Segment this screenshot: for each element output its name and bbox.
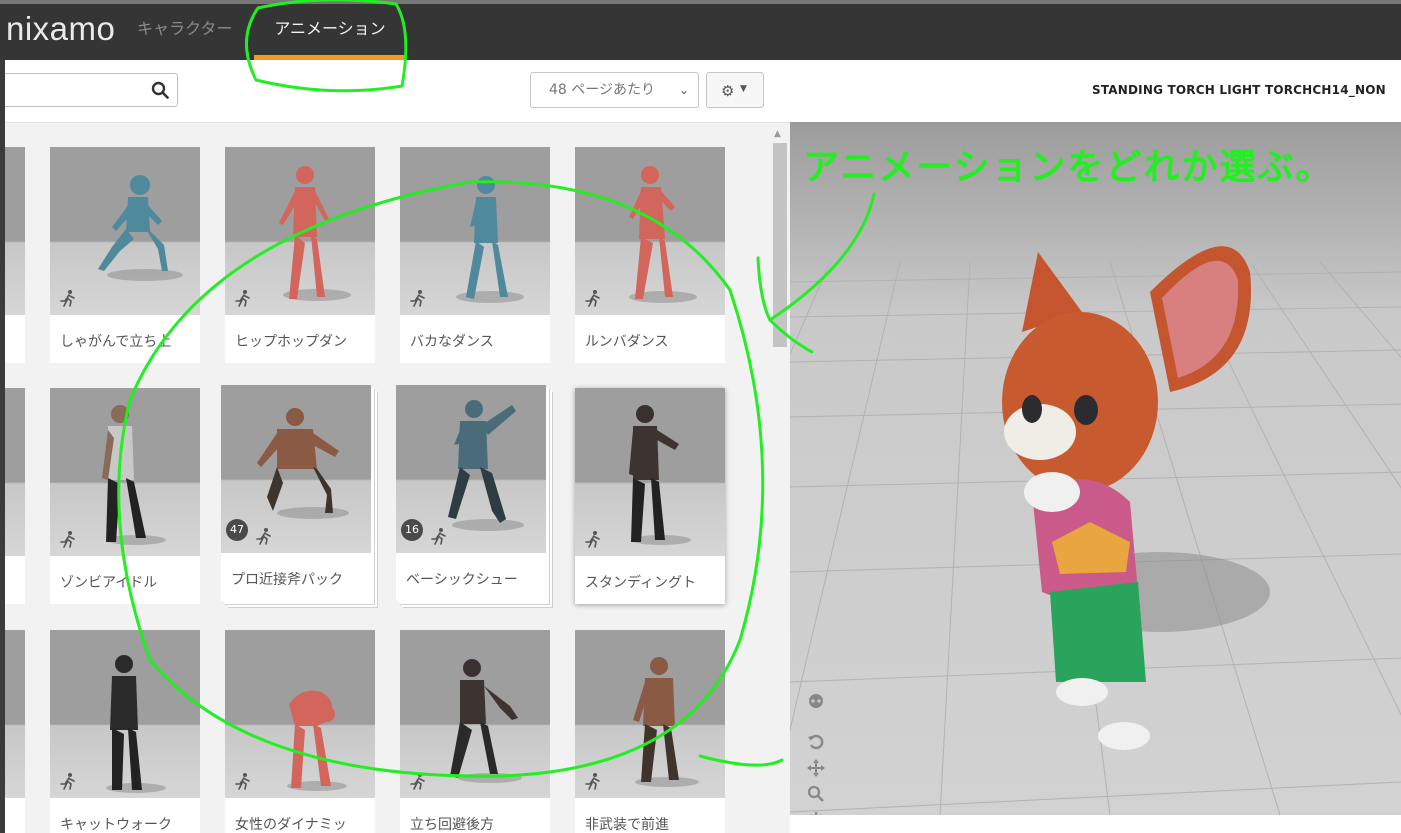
card-label: ヒップホップダン <box>235 334 347 350</box>
running-man-icon <box>585 290 600 307</box>
card-label: 立ち回避後方 <box>410 817 494 833</box>
running-man-icon <box>235 290 250 307</box>
animation-card[interactable]: 非武装で前進 <box>575 630 725 833</box>
animation-browser: 48 ページあたり ⌄ ⚙ ▼ ▲ しゃがんで立ち上 ヒップホップダン バカなダ… <box>5 60 790 833</box>
running-man-icon <box>60 531 75 548</box>
running-man-icon <box>410 773 425 790</box>
3d-viewport[interactable] <box>790 122 1401 815</box>
tab-animations-label: アニメーション <box>274 19 386 38</box>
animation-card[interactable]: ルンバダンス <box>575 147 725 363</box>
animation-card[interactable]: ヒップホップダン <box>225 147 375 363</box>
animation-card[interactable]: 立ち回避後方 <box>400 630 550 833</box>
animation-pack-card[interactable]: 16 ベーシックシュー <box>396 385 546 601</box>
scrollbar-thumb[interactable] <box>773 143 787 347</box>
card-label: バカなダンス <box>410 334 494 350</box>
card-label: ベーシックシュー <box>406 572 518 588</box>
tab-characters[interactable]: キャラクター <box>137 4 232 60</box>
per-page-select[interactable]: 48 ページあたり ⌄ <box>530 72 699 108</box>
running-man-icon <box>60 773 75 790</box>
card-thumbnail <box>5 388 25 556</box>
card-label: ルンバダンス <box>585 334 669 350</box>
animation-pack-card[interactable]: 47 プロ近接斧パック <box>221 385 371 601</box>
card-thumbnail <box>5 147 25 315</box>
animation-title: STANDING TORCH LIGHT TORCHCH14_NON <box>1092 83 1386 97</box>
browser-toolbar: 48 ページあたり ⌄ ⚙ ▼ <box>5 60 790 123</box>
skull-icon[interactable] <box>806 692 826 712</box>
animation-card-selected[interactable]: スタンディングト <box>575 388 725 604</box>
animation-card[interactable]: バカなダンス <box>400 147 550 363</box>
power-icon[interactable] <box>806 810 826 815</box>
card-label: キャットウォーク <box>60 817 172 833</box>
search-icon[interactable] <box>151 81 169 99</box>
settings-dropdown-button[interactable]: ⚙ ▼ <box>706 72 764 108</box>
running-man-icon <box>235 773 250 790</box>
running-man-icon <box>256 528 271 545</box>
move-icon[interactable] <box>806 758 826 778</box>
running-man-icon <box>60 290 75 307</box>
annotation-text: アニメーションをどれか選ぶ。 <box>803 147 1334 188</box>
tab-animations[interactable]: アニメーション <box>254 4 406 60</box>
card-thumbnail <box>5 630 25 798</box>
caret-down-icon: ▼ <box>740 84 747 94</box>
card-label: プロ近接斧パック <box>231 572 343 588</box>
card-label: 女性のダイナミッ <box>235 817 347 833</box>
card-label: しゃがんで立ち上 <box>60 334 172 350</box>
card-label: ゾンビアイドル <box>60 575 158 591</box>
running-man-icon <box>410 290 425 307</box>
zoom-icon[interactable] <box>806 784 826 804</box>
animation-card[interactable]: ゾンビアイドル <box>50 388 200 604</box>
preview-header: STANDING TORCH LIGHT TORCHCH14_NON <box>790 60 1401 123</box>
running-man-icon <box>431 528 446 545</box>
animation-card[interactable]: しゃがんで立ち上 <box>50 147 200 363</box>
partial-card[interactable] <box>5 147 25 363</box>
undo-icon[interactable] <box>806 732 826 752</box>
animation-card[interactable]: キャットウォーク <box>50 630 200 833</box>
running-man-icon <box>585 531 600 548</box>
pack-count-badge: 47 <box>226 519 248 541</box>
gear-icon: ⚙ <box>721 82 735 100</box>
card-label: 非武装で前進 <box>585 817 669 833</box>
pack-count-badge: 16 <box>401 519 423 541</box>
scrollbar[interactable]: ▲ <box>771 129 787 833</box>
partial-card[interactable] <box>5 388 25 604</box>
character-model <box>1002 246 1270 750</box>
card-label: スタンディングト <box>585 575 697 591</box>
animation-card[interactable]: 女性のダイナミッ <box>225 630 375 833</box>
top-nav-bar: nixamo キャラクター アニメーション <box>0 0 1401 60</box>
chevron-down-icon: ⌄ <box>678 83 689 97</box>
search-input[interactable] <box>5 73 178 107</box>
per-page-value: 48 ページあたり <box>549 82 655 98</box>
partial-card[interactable] <box>5 630 25 833</box>
scroll-up-arrow-icon[interactable]: ▲ <box>774 129 781 139</box>
running-man-icon <box>585 773 600 790</box>
app-logo[interactable]: nixamo <box>6 10 115 48</box>
